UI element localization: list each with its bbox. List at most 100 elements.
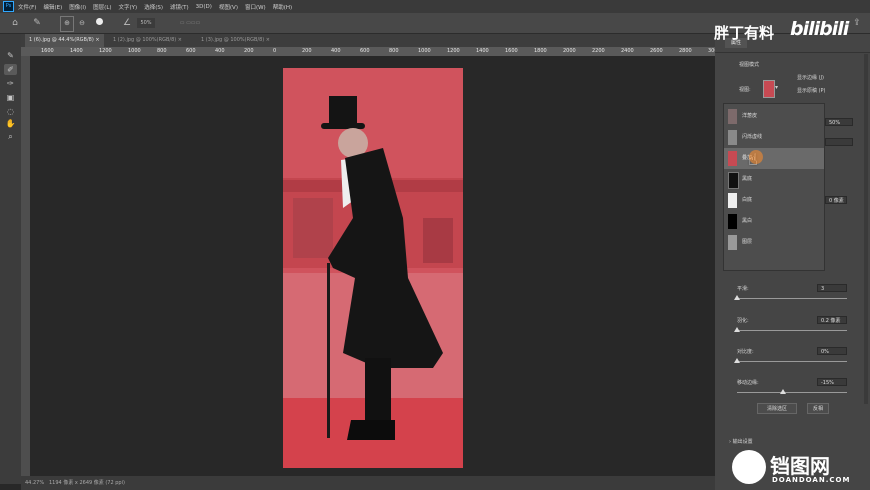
photoshop-logo-icon: Ps bbox=[3, 1, 14, 12]
quick-selection-icon[interactable]: ✑ bbox=[4, 78, 17, 89]
document-image[interactable] bbox=[283, 68, 463, 468]
ruler-tick-label: 1400 bbox=[476, 48, 489, 54]
watermark-site-logo-icon bbox=[732, 450, 766, 484]
menu-item-window[interactable]: 窗口(W) bbox=[245, 3, 266, 11]
contrast-field[interactable]: 0% bbox=[817, 347, 847, 355]
brush-size-icon[interactable] bbox=[92, 16, 106, 30]
contrast-label: 对比度: bbox=[737, 349, 754, 355]
ruler-tick-label: 400 bbox=[331, 48, 341, 54]
menu-item-image[interactable]: 图像(I) bbox=[69, 3, 86, 11]
ruler-tick-label: 1000 bbox=[128, 48, 141, 54]
subtract-selection-icon[interactable]: ⊖ bbox=[76, 16, 88, 30]
menu-item-layer[interactable]: 图层(L) bbox=[93, 3, 111, 11]
mode-field[interactable] bbox=[825, 138, 853, 146]
output-settings-label[interactable]: › 输出设置 bbox=[729, 438, 753, 445]
smooth-field[interactable]: 3 bbox=[817, 284, 847, 292]
view-option-on-white[interactable]: 白底 bbox=[724, 190, 824, 211]
view-option-onion-skin[interactable]: 洋葱皮 bbox=[724, 106, 824, 127]
ruler-tick-label: 600 bbox=[186, 48, 196, 54]
shift-edge-field[interactable]: -15% bbox=[817, 378, 847, 386]
ruler-tick-label: 2800 bbox=[679, 48, 692, 54]
percent-field[interactable]: 50% bbox=[825, 118, 853, 126]
feather-label: 羽化: bbox=[737, 318, 749, 324]
ruler-tick-label: 1800 bbox=[534, 48, 547, 54]
object-selection-icon[interactable]: ▣ bbox=[4, 92, 17, 103]
view-thumbnail[interactable] bbox=[763, 80, 775, 98]
menu-item-select[interactable]: 选择(S) bbox=[144, 3, 163, 11]
lasso-icon[interactable]: ◌ bbox=[4, 106, 17, 117]
ruler-tick-label: 1600 bbox=[41, 48, 54, 54]
contrast-slider-track[interactable] bbox=[737, 361, 847, 362]
clear-selection-button[interactable]: 清除选区 bbox=[757, 403, 797, 414]
view-option-on-layers[interactable]: 图层 bbox=[724, 232, 824, 253]
panel-divider bbox=[715, 52, 870, 53]
watermark-channel: 胖丁有料 bbox=[714, 24, 775, 42]
ruler-tick-label: 200 bbox=[302, 48, 312, 54]
ruler-tick-label: 800 bbox=[389, 48, 399, 54]
contrast-slider-handle[interactable] bbox=[734, 358, 740, 363]
horizontal-ruler: 1600 1400 1200 1000 800 600 400 200 0 200 400 600 80… bbox=[21, 47, 721, 56]
ruler-tick-label: 600 bbox=[360, 48, 370, 54]
radius-field[interactable]: 0 像素 bbox=[825, 196, 847, 204]
vertical-ruler bbox=[21, 56, 30, 476]
angle-icon[interactable]: ∠ bbox=[120, 16, 134, 30]
feather-field[interactable]: 0.2 像素 bbox=[817, 316, 847, 324]
ruler-tick-label: 1200 bbox=[447, 48, 460, 54]
show-edge-checkbox[interactable]: 显示边缘 (J) bbox=[797, 74, 824, 81]
invert-button[interactable]: 反相 bbox=[807, 403, 829, 414]
view-option-overlay[interactable]: 叠加 bbox=[724, 148, 824, 169]
smooth-slider-track[interactable] bbox=[737, 298, 847, 299]
ruler-tick-label: 1200 bbox=[99, 48, 112, 54]
feather-slider-handle[interactable] bbox=[734, 327, 740, 332]
watermark-site: 铛图网 bbox=[770, 454, 830, 478]
view-mode-dropdown: 洋葱皮 闪烁虚线 叠加 黑底 白底 黑白 图层 bbox=[723, 103, 825, 271]
tools-panel: ✎ ✐ ✑ ▣ ◌ ✋ ⌕ bbox=[0, 34, 21, 484]
click-highlight bbox=[749, 150, 763, 164]
shift-edge-slider-handle[interactable] bbox=[780, 389, 787, 394]
document-info[interactable]: 1194 像素 x 2649 像素 (72 ppi) bbox=[49, 476, 125, 490]
ruler-tick-label: 800 bbox=[157, 48, 167, 54]
view-mode-label: 视图模式 bbox=[739, 62, 760, 68]
tab-document-2[interactable]: 1 (2).jpg @ 100%(RGB/8) × bbox=[109, 34, 186, 47]
view-option-on-black[interactable]: 黑底 bbox=[724, 169, 824, 190]
zoom-level[interactable]: 44.27% bbox=[25, 476, 44, 490]
brush-icon[interactable]: ✎ bbox=[4, 50, 17, 61]
brush-tool-preset-icon[interactable]: ✎ bbox=[30, 16, 44, 30]
tab-document-1[interactable]: 1 (6).jpg @ 44.4%(RGB/8) × bbox=[25, 34, 104, 47]
ruler-tick-label: 1600 bbox=[505, 48, 518, 54]
view-label: 视图: bbox=[739, 87, 751, 93]
options-value-field[interactable]: 50% bbox=[137, 18, 155, 28]
shift-edge-slider-track[interactable] bbox=[737, 392, 847, 393]
watermark-brand-logo: bilibili bbox=[790, 18, 849, 40]
zoom-icon[interactable]: ⌕ bbox=[4, 131, 17, 142]
view-option-black-white[interactable]: 黑白 bbox=[724, 211, 824, 232]
chevron-down-icon[interactable]: ▾ bbox=[775, 84, 778, 91]
options-faded-label: ▭ ▭▭▭ bbox=[179, 20, 201, 26]
menu-item-type[interactable]: 文字(Y) bbox=[119, 3, 138, 11]
hand-icon[interactable]: ✋ bbox=[4, 118, 17, 129]
menu-bar: Ps 文件(F) 编辑(E) 图像(I) 图层(L) 文字(Y) 选择(S) 滤… bbox=[0, 0, 870, 13]
share-icon[interactable]: ⇪ bbox=[850, 16, 864, 30]
menu-item-filter[interactable]: 滤镜(T) bbox=[170, 3, 189, 11]
view-option-marching-ants[interactable]: 闪烁虚线 bbox=[724, 127, 824, 148]
feather-slider-track[interactable] bbox=[737, 330, 847, 331]
refine-edge-brush-icon[interactable]: ✐ bbox=[4, 64, 17, 75]
ruler-tick-label: 2000 bbox=[563, 48, 576, 54]
ruler-tick-label: 2600 bbox=[650, 48, 663, 54]
menu-item-help[interactable]: 帮助(H) bbox=[273, 3, 292, 11]
menu-item-file[interactable]: 文件(F) bbox=[18, 3, 36, 11]
menu-item-view[interactable]: 视图(V) bbox=[219, 3, 238, 11]
ruler-tick-label: 400 bbox=[215, 48, 225, 54]
ruler-tick-label: 200 bbox=[244, 48, 254, 54]
ruler-tick-label: 2400 bbox=[621, 48, 634, 54]
panel-scrollbar[interactable] bbox=[864, 54, 868, 404]
home-icon[interactable]: ⌂ bbox=[8, 16, 22, 30]
tab-document-3[interactable]: 1 (3).jpg @ 100%(RGB/8) × bbox=[197, 34, 274, 47]
add-to-selection-icon[interactable]: ⊕ bbox=[60, 16, 74, 32]
image-content bbox=[283, 96, 463, 468]
menu-item-3d[interactable]: 3D(D) bbox=[196, 4, 212, 10]
show-original-checkbox[interactable]: 显示原稿 (P) bbox=[797, 87, 826, 94]
smooth-slider-handle[interactable] bbox=[734, 295, 740, 300]
ruler-tick-label: 1400 bbox=[70, 48, 83, 54]
menu-item-edit[interactable]: 编辑(E) bbox=[43, 3, 62, 11]
